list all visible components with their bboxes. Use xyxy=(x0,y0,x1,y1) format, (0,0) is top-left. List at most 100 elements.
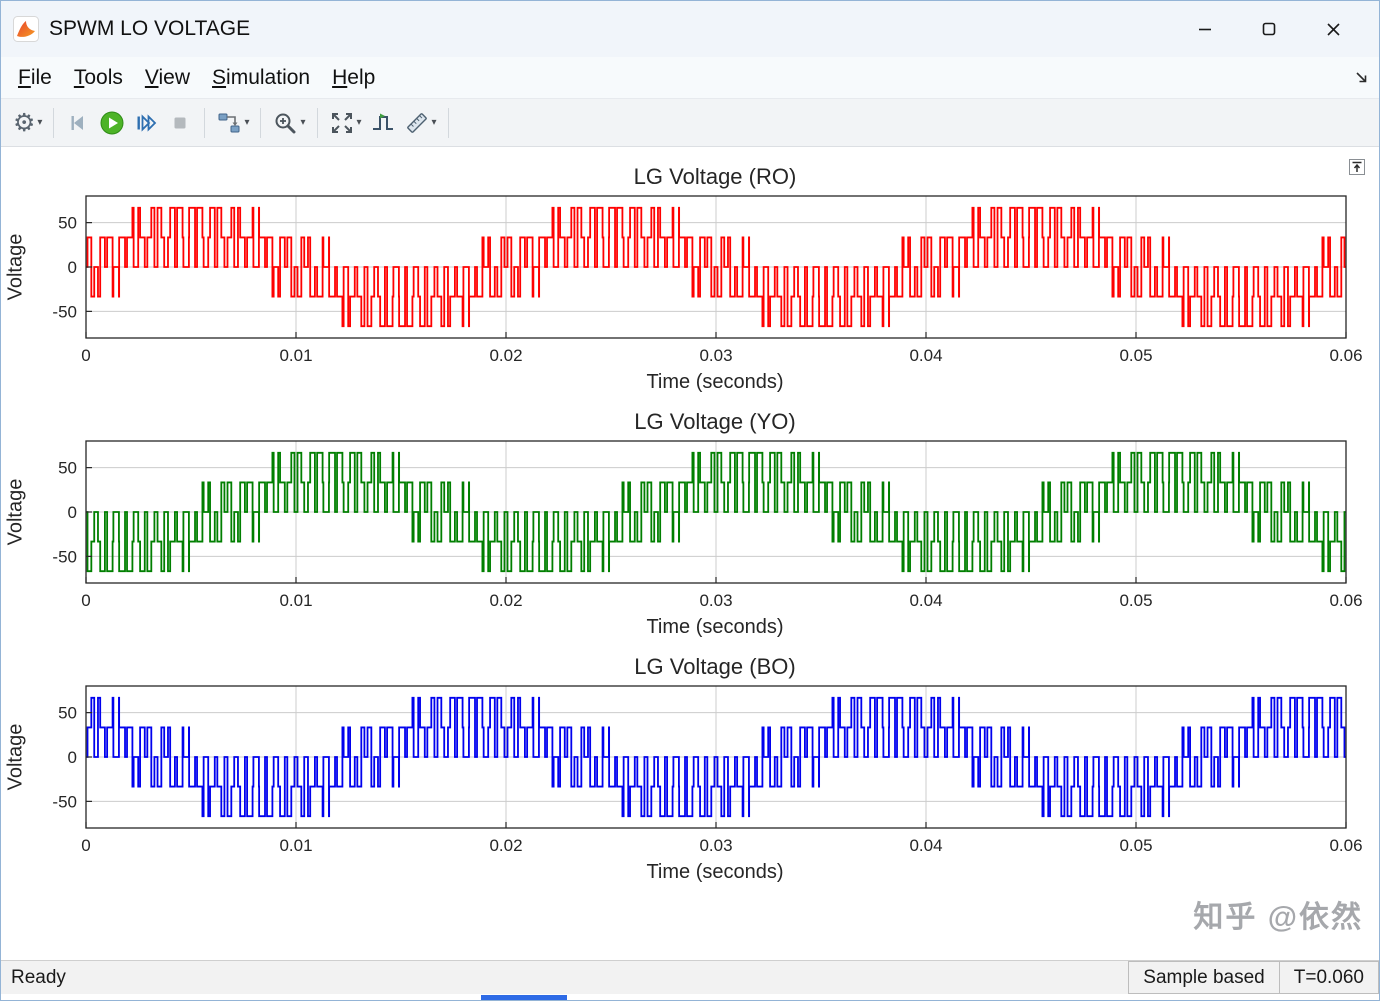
toolbar-separator xyxy=(53,107,55,138)
svg-text:0: 0 xyxy=(68,258,77,277)
zoom-button[interactable]: ▾ xyxy=(268,105,309,141)
window-title: SPWM LO VOLTAGE xyxy=(49,17,251,40)
svg-text:0.05: 0.05 xyxy=(1119,836,1152,855)
waveform-plot-yo: 0 0.01 0.02 0.03 0.04 0.05 0.06 -50 0 50 xyxy=(52,440,1363,610)
svg-text:0.03: 0.03 xyxy=(699,346,732,365)
matlab-logo-icon xyxy=(13,16,39,42)
x-axis-label-bo: Time (seconds) xyxy=(646,861,784,883)
menu-help[interactable]: Help xyxy=(321,61,386,95)
run-icon xyxy=(100,111,124,134)
svg-text:-50: -50 xyxy=(52,302,77,321)
plot-title-bo: LG Voltage (BO) xyxy=(634,654,796,679)
toolbar: ⚙ ▾ ▾ ▾ ▾ ▾ xyxy=(1,99,1379,147)
svg-text:0.04: 0.04 xyxy=(909,836,942,855)
waveform-plot-ro: 0 0.01 0.02 0.03 0.04 0.05 0.06 -50 0 50 xyxy=(52,195,1363,365)
svg-text:0.03: 0.03 xyxy=(699,836,732,855)
menu-simulation[interactable]: Simulation xyxy=(201,61,321,95)
svg-text:0.06: 0.06 xyxy=(1329,836,1362,855)
bottom-blue-bar xyxy=(481,995,567,1000)
blocks-icon xyxy=(218,113,240,132)
step-forward-icon xyxy=(137,113,157,132)
menu-file[interactable]: File xyxy=(7,61,63,95)
settings-button[interactable]: ⚙ ▾ xyxy=(9,105,46,141)
dock-up-icon xyxy=(1349,159,1365,175)
y-axis-label-ro: Voltage xyxy=(4,233,27,301)
svg-text:0: 0 xyxy=(81,591,90,610)
chevron-down-icon: ▾ xyxy=(356,117,362,128)
svg-text:0.05: 0.05 xyxy=(1119,346,1152,365)
fit-to-view-button[interactable]: ▾ xyxy=(325,105,366,141)
plot-title-yo: LG Voltage (YO) xyxy=(634,409,796,434)
status-bar: Ready Sample based T=0.060 xyxy=(1,960,1379,994)
svg-text:0.01: 0.01 xyxy=(279,836,312,855)
maximize-button[interactable] xyxy=(1237,1,1301,57)
subplot-yo: LG Voltage (YO) Voltage 0 0.01 0.02 0.03 0.0… xyxy=(1,406,1379,641)
dock-up-button[interactable] xyxy=(1347,157,1367,177)
minimize-button[interactable] xyxy=(1173,1,1237,57)
toolbar-separator xyxy=(447,107,449,138)
chevron-down-icon: ▾ xyxy=(244,117,250,128)
waveform-plot-bo: 0 0.01 0.02 0.03 0.04 0.05 0.06 -50 0 50 xyxy=(52,685,1363,855)
plot-title-ro: LG Voltage (RO) xyxy=(633,164,797,189)
svg-text:0.01: 0.01 xyxy=(279,591,312,610)
simulink-blocks-button[interactable]: ▾ xyxy=(212,105,253,141)
fit-to-view-icon xyxy=(331,112,352,133)
step-back-button[interactable] xyxy=(61,105,95,141)
toolbar-separator xyxy=(260,107,262,138)
trigger-icon xyxy=(372,113,393,130)
maximize-icon xyxy=(1262,22,1276,36)
ruler-icon xyxy=(406,112,427,133)
scope-window: SPWM LO VOLTAGE File Tools View Simulati… xyxy=(0,0,1380,1001)
status-ready: Ready xyxy=(11,966,66,988)
svg-text:0.04: 0.04 xyxy=(909,346,942,365)
svg-text:0.02: 0.02 xyxy=(489,346,522,365)
step-forward-button[interactable] xyxy=(129,105,163,141)
menu-tools[interactable]: Tools xyxy=(63,61,134,95)
y-axis-label-yo: Voltage xyxy=(4,478,27,546)
svg-text:0.05: 0.05 xyxy=(1119,591,1152,610)
dock-arrow-icon[interactable] xyxy=(1354,70,1369,85)
svg-text:50: 50 xyxy=(58,214,77,233)
svg-text:50: 50 xyxy=(58,459,77,478)
svg-text:0.01: 0.01 xyxy=(279,346,312,365)
chevron-down-icon: ▾ xyxy=(431,117,437,128)
measurements-button[interactable]: ▾ xyxy=(400,105,441,141)
toolbar-separator xyxy=(204,107,206,138)
y-axis-label-bo: Voltage xyxy=(4,723,27,791)
stop-button[interactable] xyxy=(163,105,197,141)
run-button[interactable] xyxy=(95,105,129,141)
x-axis-label-yo: Time (seconds) xyxy=(646,616,784,638)
toolbar-separator xyxy=(316,107,318,138)
window-controls xyxy=(1173,1,1379,57)
trigger-button[interactable] xyxy=(366,105,400,141)
svg-text:0.06: 0.06 xyxy=(1329,346,1362,365)
menu-view[interactable]: View xyxy=(134,61,201,95)
svg-text:-50: -50 xyxy=(52,547,77,566)
svg-text:0.02: 0.02 xyxy=(489,591,522,610)
close-icon xyxy=(1326,22,1340,36)
subplot-bo: LG Voltage (BO) Voltage 0 0.01 0.02 0.03 0.0… xyxy=(1,651,1379,886)
chevron-down-icon: ▾ xyxy=(37,117,43,128)
menu-bar: File Tools View Simulation Help xyxy=(1,57,1379,99)
status-sample-mode: Sample based xyxy=(1128,961,1280,994)
gear-icon: ⚙ xyxy=(13,108,36,137)
svg-text:0: 0 xyxy=(68,503,77,522)
zoom-icon xyxy=(275,113,296,133)
step-back-icon xyxy=(71,115,84,130)
close-button[interactable] xyxy=(1301,1,1365,57)
svg-text:0.06: 0.06 xyxy=(1329,591,1362,610)
x-axis-label-ro: Time (seconds) xyxy=(646,371,784,393)
svg-text:0.02: 0.02 xyxy=(489,836,522,855)
svg-text:50: 50 xyxy=(58,704,77,723)
svg-text:0.03: 0.03 xyxy=(699,591,732,610)
status-sim-time: T=0.060 xyxy=(1278,961,1379,994)
svg-text:0: 0 xyxy=(81,836,90,855)
bottom-strip xyxy=(1,994,1379,1000)
scope-canvas: LG Voltage (RO) Voltage 0 0.01 0.02 0.03 0.0… xyxy=(1,147,1379,960)
stop-icon xyxy=(174,117,186,128)
title-bar: SPWM LO VOLTAGE xyxy=(1,1,1379,57)
status-spacer xyxy=(66,961,1129,994)
svg-text:0: 0 xyxy=(81,346,90,365)
svg-text:-50: -50 xyxy=(52,792,77,811)
chevron-down-icon: ▾ xyxy=(300,117,306,128)
